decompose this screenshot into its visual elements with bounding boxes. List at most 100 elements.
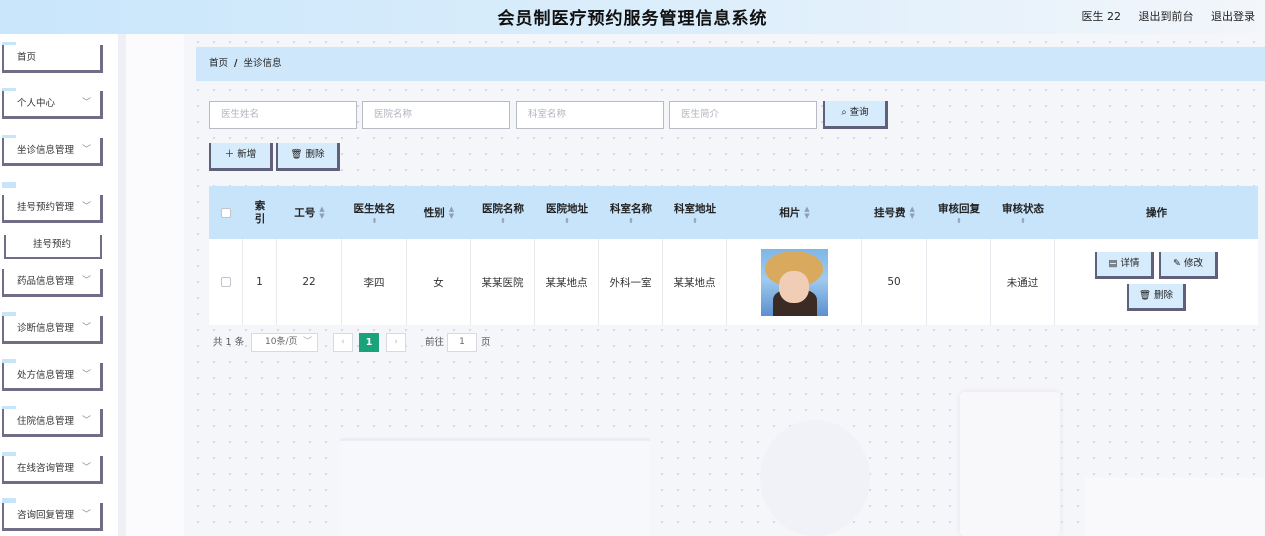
- hospital-name-input[interactable]: 医院名称: [362, 101, 510, 129]
- sidebar-item-label: 在线咨询管理: [17, 463, 75, 474]
- breadcrumb: 首页 / 坐诊信息: [196, 47, 1265, 81]
- header-hospital-name[interactable]: 医院名称 ⬍: [471, 186, 535, 239]
- sidebar-item-online-consult[interactable]: 在线咨询管理 ﹀: [2, 456, 103, 484]
- sidebar-item-medicine[interactable]: 药品信息管理 ﹀: [2, 269, 103, 297]
- delete-button[interactable]: 🗑 删除: [276, 143, 340, 171]
- sort-icon[interactable]: ⬍: [956, 217, 962, 225]
- sort-icon[interactable]: ▲ ▼: [804, 205, 809, 220]
- detail-button[interactable]: ▤ 详情: [1095, 252, 1154, 279]
- sidebar-item-hospitalization[interactable]: 住院信息管理 ﹀: [2, 409, 103, 437]
- header-department-address[interactable]: 科室地址 ⬍: [663, 186, 727, 239]
- trash-icon: 🗑: [1138, 290, 1155, 301]
- edit-button-label: 修改: [1183, 258, 1203, 269]
- sidebar-item-label: 个人中心: [17, 98, 56, 109]
- back-to-front-link[interactable]: 退出到前台: [1139, 10, 1194, 23]
- header-label: 医院名称: [482, 202, 524, 215]
- page-size-select[interactable]: 10条/页 ﹀: [251, 333, 318, 352]
- chevron-down-icon: ﹀: [81, 463, 91, 473]
- current-user: 医生 22: [1081, 10, 1122, 23]
- chevron-down-icon: ﹀: [81, 323, 91, 333]
- header-select-all[interactable]: [209, 186, 243, 239]
- sidebar-item-personal-center[interactable]: 个人中心 ﹀: [2, 91, 103, 119]
- header-doctor-name[interactable]: 医生姓名 ⬍: [342, 186, 407, 239]
- header-label: 审核状态: [1002, 202, 1044, 215]
- sidebar-item-consultation[interactable]: 坐诊信息管理 ﹀: [2, 138, 103, 166]
- header-department-name[interactable]: 科室名称 ⬍: [599, 186, 663, 239]
- header-label: 科室地址: [674, 202, 716, 215]
- breadcrumb-separator: /: [234, 58, 238, 69]
- photo-face: [778, 270, 809, 303]
- sidebar-item-prescription[interactable]: 处方信息管理 ﹀: [2, 363, 103, 391]
- cell-review-status: 未通过: [991, 239, 1055, 325]
- row-delete-button-label: 删除: [1154, 290, 1174, 301]
- next-page-button[interactable]: ›: [386, 333, 406, 352]
- row-delete-button[interactable]: 🗑 删除: [1127, 284, 1186, 311]
- goto-page-input[interactable]: 1: [447, 333, 477, 352]
- header-fee[interactable]: 挂号费 ▲ ▼: [862, 186, 927, 239]
- page-number-current[interactable]: 1: [359, 333, 379, 352]
- sort-icon[interactable]: ⬍: [1020, 217, 1026, 225]
- chevron-down-icon: ﹀: [81, 416, 91, 426]
- header-hospital-address[interactable]: 医院地址 ⬍: [535, 186, 599, 239]
- sidebar-item-appointment[interactable]: 挂号预约管理 ﹀: [2, 195, 103, 223]
- sidebar-item-label: 坐诊信息管理: [17, 145, 75, 156]
- sidebar-subitem-label: 挂号预约: [33, 239, 72, 250]
- breadcrumb-home[interactable]: 首页: [209, 58, 228, 69]
- goto-label: 前往: [425, 337, 445, 348]
- add-button[interactable]: ＋ 新增: [209, 143, 273, 171]
- menu-tab-marker: [2, 182, 16, 188]
- chevron-down-icon: ﹀: [81, 510, 91, 520]
- plus-icon: ＋: [224, 149, 238, 160]
- main-background-fade: [126, 34, 184, 536]
- sidebar-item-label: 咨询回复管理: [17, 510, 75, 521]
- cell-index: 1: [243, 239, 277, 325]
- sort-icon[interactable]: ⬍: [500, 217, 506, 225]
- sidebar-item-label: 诊断信息管理: [17, 323, 75, 334]
- header-operations: 操作: [1146, 207, 1167, 219]
- row-checkbox[interactable]: [220, 277, 231, 287]
- sidebar-item-home[interactable]: 首页: [2, 45, 103, 73]
- header-review-status[interactable]: 审核状态 ⬍: [991, 186, 1055, 239]
- sort-icon[interactable]: ▲ ▼: [319, 205, 324, 220]
- query-button[interactable]: ⌕ 查询: [823, 101, 888, 129]
- doctor-photo[interactable]: [760, 248, 828, 316]
- edit-button[interactable]: ✎ 修改: [1159, 252, 1218, 279]
- sort-icon[interactable]: ▲ ▼: [449, 205, 454, 220]
- sort-icon[interactable]: ▲ ▼: [910, 205, 915, 220]
- sidebar-subitem-appointment[interactable]: 挂号预约: [4, 235, 102, 259]
- header-label: 相片: [779, 207, 801, 219]
- sort-icon[interactable]: ⬍: [564, 217, 570, 225]
- cell-department-name: 外科一室: [599, 239, 663, 325]
- trash-icon: 🗑: [290, 149, 306, 160]
- detail-button-label: 详情: [1120, 258, 1140, 269]
- sidebar-item-consult-reply[interactable]: 咨询回复管理 ﹀: [2, 503, 103, 531]
- doctor-name-input[interactable]: 医生姓名: [209, 101, 357, 129]
- prev-page-button[interactable]: ‹: [333, 333, 353, 352]
- sort-icon[interactable]: ⬍: [692, 217, 698, 225]
- cell-photo: [727, 239, 862, 325]
- header-job-no[interactable]: 工号 ▲ ▼: [277, 186, 342, 239]
- cell-hospital-address: 某某地点: [535, 239, 599, 325]
- row-select[interactable]: [209, 239, 243, 325]
- cell-hospital-name: 某某医院: [471, 239, 535, 325]
- consultation-table: 索 引 工号 ▲ ▼ 医生姓名 ⬍ 性别 ▲ ▼ 医院名称 ⬍ 医院地址 ⬍ 科室名称 ⬍ 科室…: [209, 186, 1258, 325]
- sort-icon[interactable]: ⬍: [372, 217, 378, 225]
- select-all-checkbox[interactable]: [221, 207, 231, 218]
- cell-fee: 50: [862, 239, 927, 325]
- header-label: 审核回复: [938, 202, 980, 215]
- department-name-input[interactable]: 科室名称: [516, 101, 664, 129]
- header-photo[interactable]: 相片 ▲ ▼: [727, 186, 862, 239]
- logout-link[interactable]: 退出登录: [1211, 10, 1255, 23]
- sort-icon[interactable]: ⬍: [628, 217, 634, 225]
- page-unit-label: 页: [481, 337, 491, 348]
- sidebar-item-label: 药品信息管理: [17, 276, 75, 287]
- chevron-right-icon: ›: [394, 337, 398, 347]
- sidebar-item-label: 首页: [17, 52, 37, 63]
- header-review-reply[interactable]: 审核回复 ⬍: [927, 186, 991, 239]
- pencil-icon: ✎: [1173, 258, 1184, 269]
- decor-cylinder: [960, 392, 1060, 536]
- header-gender[interactable]: 性别 ▲ ▼: [407, 186, 471, 239]
- doctor-intro-input[interactable]: 医生简介: [669, 101, 817, 129]
- chevron-left-icon: ‹: [341, 337, 345, 347]
- sidebar-item-diagnosis[interactable]: 诊断信息管理 ﹀: [2, 316, 103, 344]
